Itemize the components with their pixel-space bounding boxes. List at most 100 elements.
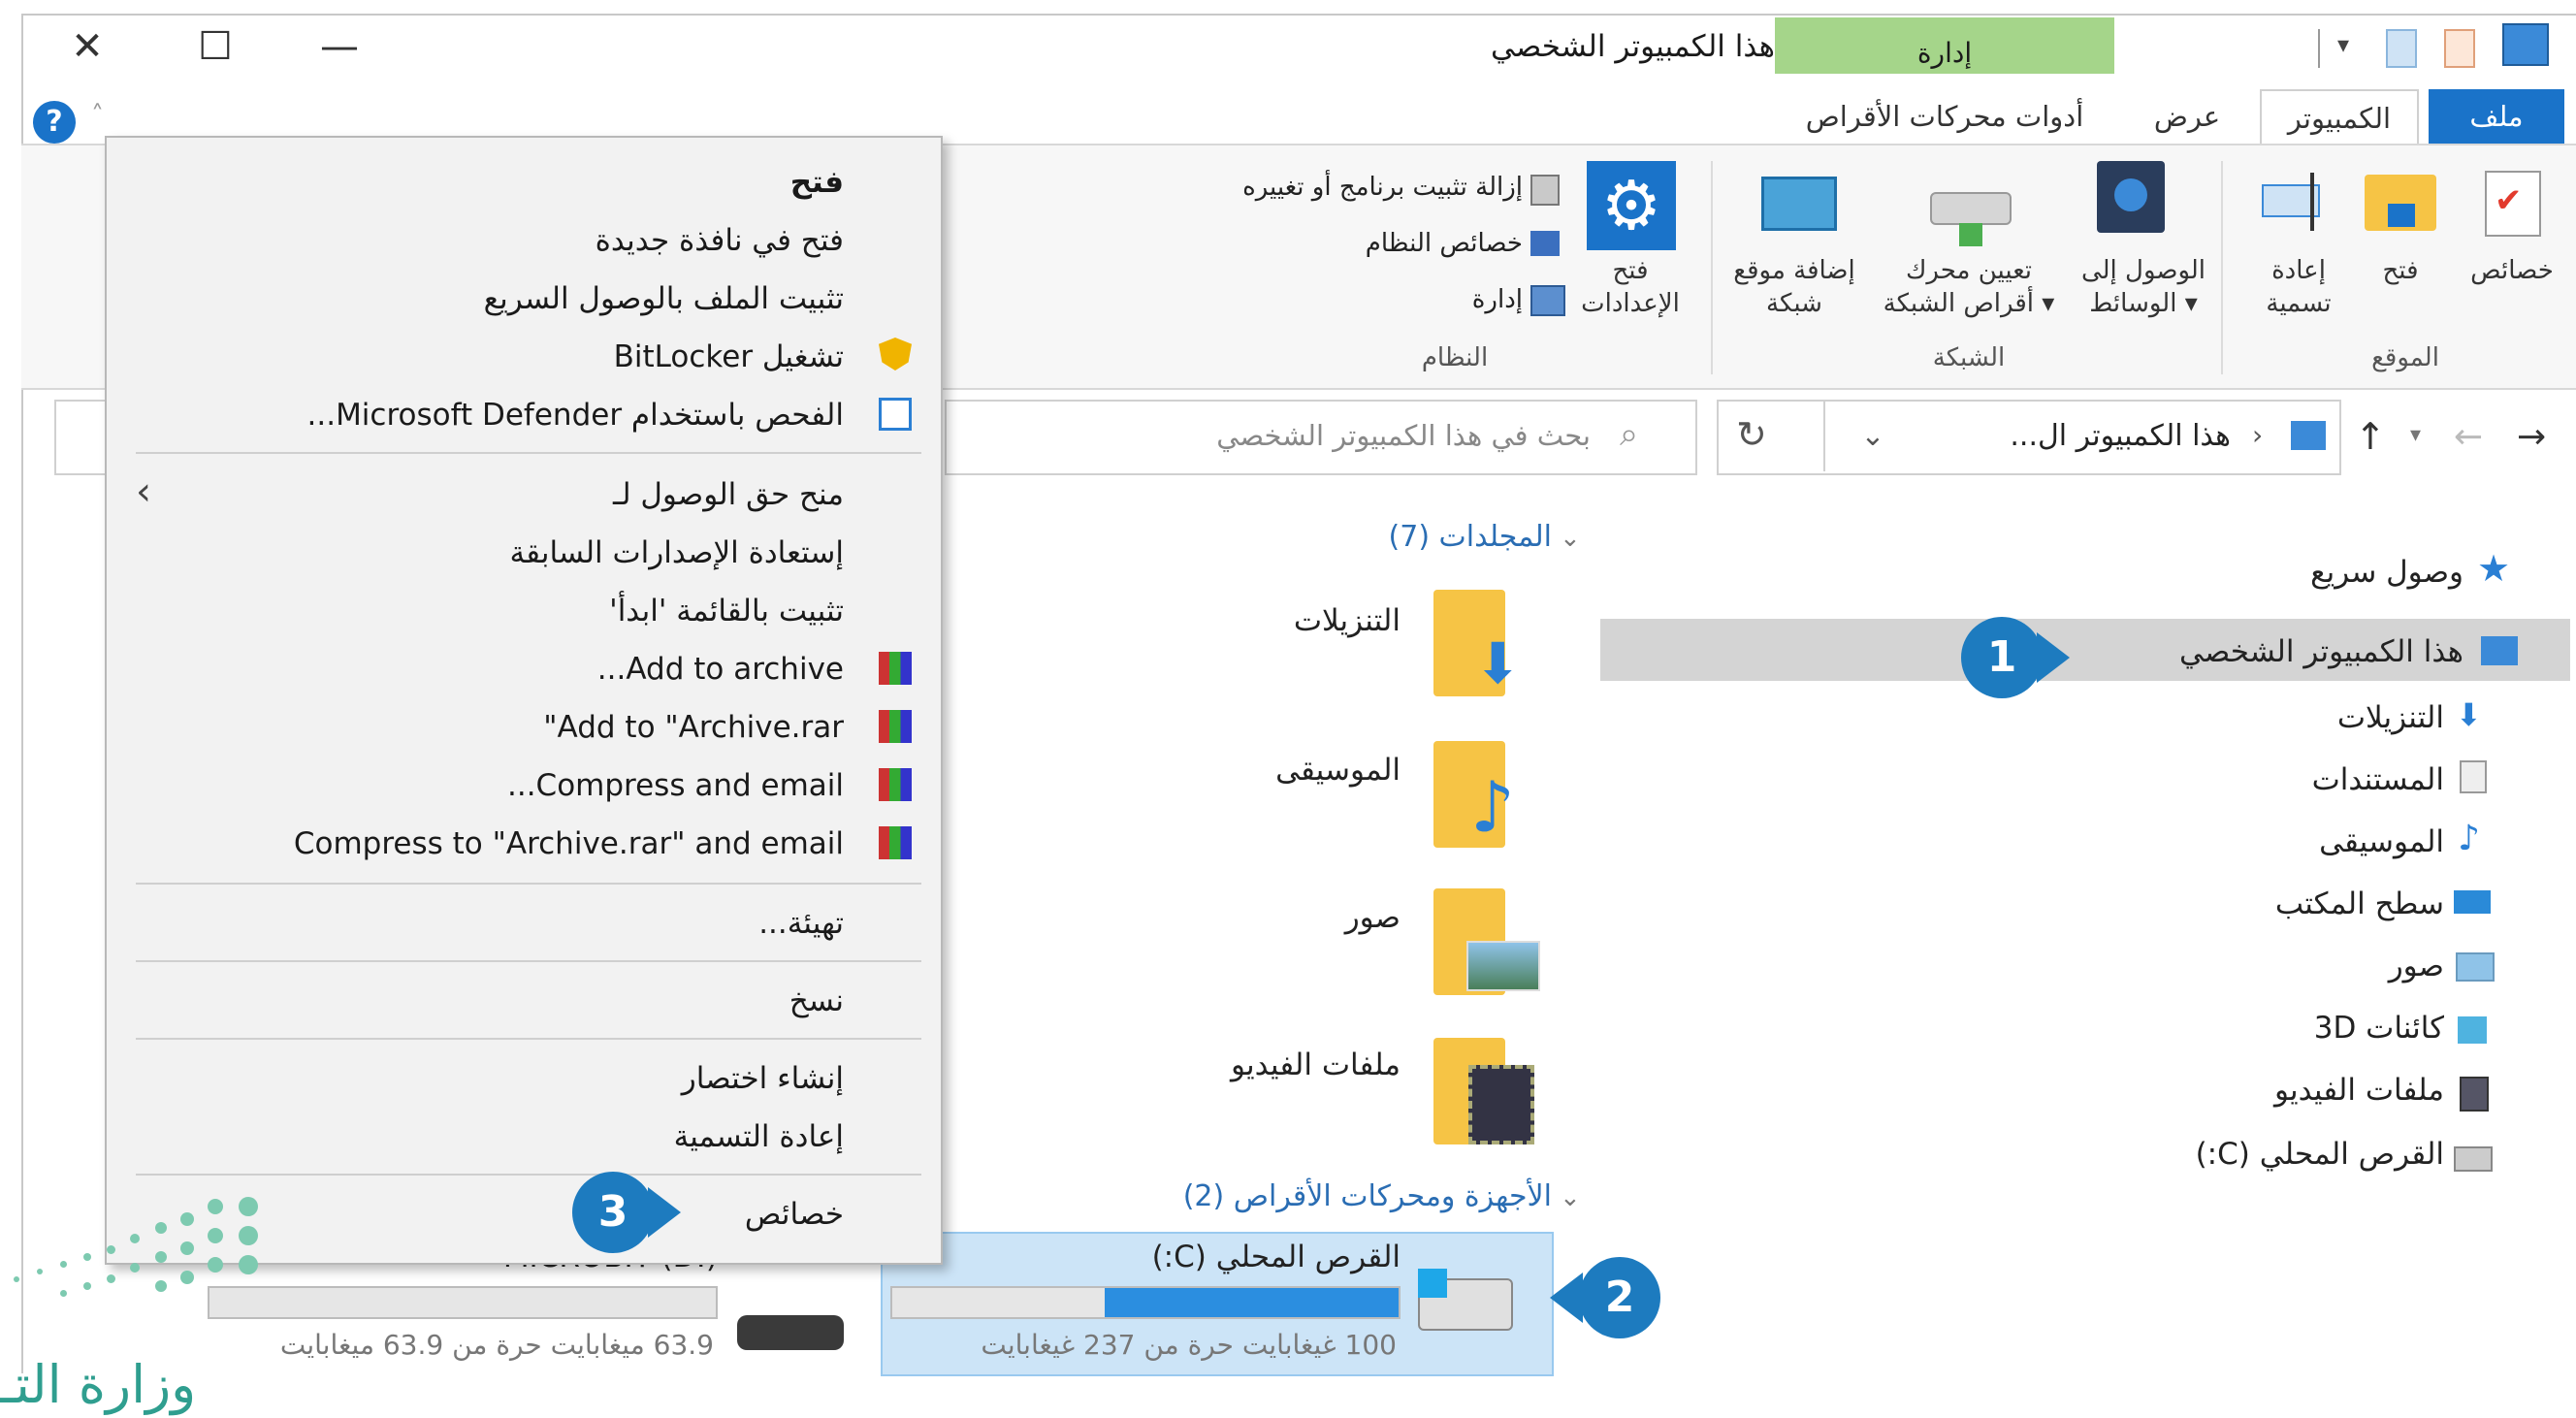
this-pc-app-icon	[2502, 23, 2549, 66]
callout-1-pointer	[2037, 632, 2070, 683]
winrar-icon	[879, 768, 912, 801]
add-network-location-icon	[1761, 177, 1837, 231]
menu-item-add-archive[interactable]: Add to archive...	[597, 652, 844, 687]
nav-item-videos[interactable]: ملفات الفيديو	[2134, 1065, 2444, 1115]
shield-icon	[879, 338, 912, 371]
nav-quick-access[interactable]: وصول سريع	[2134, 547, 2463, 597]
winrar-icon	[879, 826, 912, 859]
settings-gear-icon: ⚙	[1587, 161, 1676, 250]
folder-videos[interactable]: ملفات الفيديو	[1115, 1047, 1401, 1082]
system-properties-button[interactable]: خصائص النظام	[1309, 229, 1523, 258]
downloads-arrow-icon: ⬇	[1474, 630, 1522, 696]
menu-item-rename[interactable]: إعادة التسمية	[674, 1119, 844, 1154]
up-arrow-icon[interactable]: ↑	[2355, 415, 2386, 458]
close-button[interactable]: ✕	[48, 17, 126, 76]
local-disk-icon	[2454, 1146, 2493, 1172]
recent-locations-icon[interactable]: ▾	[2410, 423, 2421, 447]
address-divider	[1823, 400, 1825, 471]
context-menu: فتح فتح في نافذة جديدة تثبيت الملف بالوص…	[105, 136, 943, 1265]
menu-item-bitlocker[interactable]: تشغيل BitLocker	[614, 339, 844, 374]
menu-separator	[136, 1174, 921, 1176]
menu-item-compress-rar-email[interactable]: Compress to "Archive.rar" and email	[294, 826, 844, 861]
nav-this-pc[interactable]: هذا الكمبيوتر الشخصي	[2085, 627, 2463, 677]
menu-separator	[136, 1038, 921, 1040]
menu-item-copy[interactable]: نسخ	[789, 983, 844, 1018]
menu-item-pin-start[interactable]: تثبيت بالقائمة 'ابدأ'	[609, 594, 844, 628]
folder-pictures[interactable]: صور	[1115, 900, 1401, 935]
nav-item-desktop[interactable]: سطح المكتب	[2134, 879, 2444, 929]
folders-collapse-chevron-icon[interactable]: ⌄	[1560, 524, 1581, 553]
folder-music[interactable]: الموسيقى	[1115, 753, 1401, 788]
menu-item-defender-scan[interactable]: الفحص باستخدام Microsoft Defender...	[307, 398, 845, 433]
search-input[interactable]: بحث في هذا الكمبيوتر الشخصي	[1067, 419, 1591, 452]
nav-item-pictures[interactable]: صور	[2134, 941, 2444, 991]
menu-item-pin-quick-access[interactable]: تثبيت الملف بالوصول السريع	[484, 281, 844, 316]
uninstall-icon	[1530, 175, 1560, 206]
winrar-icon	[879, 652, 912, 685]
open-settings-button[interactable]: فتح الإعدادات	[1567, 254, 1693, 320]
uninstall-program-button[interactable]: إزالة تثبيت برنامج أو تغييره	[1212, 173, 1523, 202]
tab-file[interactable]: ملف	[2429, 89, 2564, 144]
menu-item-format[interactable]: تهيئة...	[758, 906, 844, 941]
pictures-thumbnail-icon	[1466, 941, 1540, 991]
address-dropdown-icon[interactable]: ⌄	[1829, 419, 1916, 453]
tab-drive-tools[interactable]: أدوات محركات الأقراص	[1785, 89, 2105, 144]
qat-divider	[2318, 29, 2320, 68]
this-pc-small-icon	[2291, 421, 2326, 450]
map-network-drive-button[interactable]: تعيين محرك أقراص الشبكة ▾	[1872, 254, 2066, 320]
nav-item-3d-objects[interactable]: كائنات 3D	[2134, 1003, 2444, 1053]
devices-group-header[interactable]: الأجهزة ومحركات الأقراص (2)	[1067, 1179, 1552, 1213]
ministry-logo	[0, 1183, 272, 1338]
menu-item-properties[interactable]: خصائص	[745, 1197, 844, 1232]
menu-item-open-new-window[interactable]: فتح في نافذة جديدة	[596, 223, 844, 258]
breadcrumb-path[interactable]: هذا الكمبيوتر ال...	[1988, 419, 2231, 453]
back-arrow-icon[interactable]: →	[2517, 417, 2546, 457]
rename-cursor-icon	[2310, 173, 2314, 231]
nav-item-music[interactable]: الموسيقى	[2134, 817, 2444, 867]
access-media-button[interactable]: الوصول إلى الوسائط ▾	[2066, 254, 2221, 320]
qat-dropdown-icon[interactable]: ▾	[2337, 31, 2349, 58]
nav-item-downloads[interactable]: التنزيلات	[2134, 693, 2444, 743]
qat-new-folder-icon[interactable]	[2444, 29, 2475, 68]
manage-button[interactable]: إدارة	[1406, 285, 1523, 314]
menu-item-open[interactable]: فتح	[790, 165, 844, 200]
music-note-icon: ♪	[2458, 819, 2480, 858]
breadcrumb-chevron-icon[interactable]: ›	[2252, 419, 2263, 451]
access-media-icon	[2097, 161, 2165, 233]
minimize-button[interactable]: —	[301, 17, 378, 76]
winrar-icon	[879, 710, 912, 743]
usb-drive-icon[interactable]	[737, 1315, 844, 1350]
music-note-icon: ♪	[1470, 766, 1515, 848]
manage-icon	[1530, 285, 1565, 316]
drive-c-usage-fill	[1105, 1288, 1399, 1317]
tab-view[interactable]: عرض	[2134, 89, 2240, 144]
menu-item-create-shortcut[interactable]: إنشاء اختصار	[682, 1061, 844, 1096]
properties-button[interactable]: خصائص	[2454, 254, 2570, 287]
collapse-ribbon-icon[interactable]: ˄	[91, 101, 104, 130]
menu-item-give-access[interactable]: منح حق الوصول لـ	[613, 477, 844, 512]
menu-item-compress-email[interactable]: Compress and email...	[507, 768, 844, 803]
drive-c-usage-bar	[890, 1286, 1401, 1319]
refresh-icon[interactable]: ↻	[1736, 413, 1767, 456]
nav-item-documents[interactable]: المستندات	[2134, 755, 2444, 805]
nav-item-local-disk[interactable]: القرص المحلي (C:)	[2085, 1129, 2444, 1179]
forward-arrow-icon[interactable]: ←	[2454, 417, 2483, 457]
network-cable-icon	[1959, 223, 1982, 246]
drive-d-usage-bar	[208, 1286, 718, 1319]
ministry-watermark-text: وزارة التـ	[0, 1354, 197, 1415]
tab-computer[interactable]: الكمبيوتر	[2260, 89, 2419, 145]
folders-group-header[interactable]: المجلدات (7)	[1261, 520, 1553, 554]
devices-collapse-chevron-icon[interactable]: ⌄	[1560, 1183, 1581, 1212]
qat-properties-icon[interactable]	[2386, 29, 2417, 68]
callout-2-pointer	[1550, 1273, 1583, 1323]
3d-objects-icon	[2458, 1016, 2487, 1044]
open-button[interactable]: فتح	[2357, 254, 2444, 287]
folder-downloads[interactable]: التنزيلات	[1115, 603, 1401, 638]
add-network-location-button[interactable]: إضافة موقع شبكة	[1717, 254, 1872, 320]
menu-item-restore-versions[interactable]: إستعادة الإصدارات السابقة	[510, 535, 844, 570]
maximize-button[interactable]: ☐	[177, 17, 254, 76]
system-properties-icon	[1530, 231, 1560, 256]
menu-item-add-archive-rar[interactable]: Add to "Archive.rar"	[543, 710, 844, 745]
rename-button[interactable]: إعادة تسمية	[2240, 254, 2357, 320]
help-icon[interactable]: ?	[33, 101, 76, 144]
